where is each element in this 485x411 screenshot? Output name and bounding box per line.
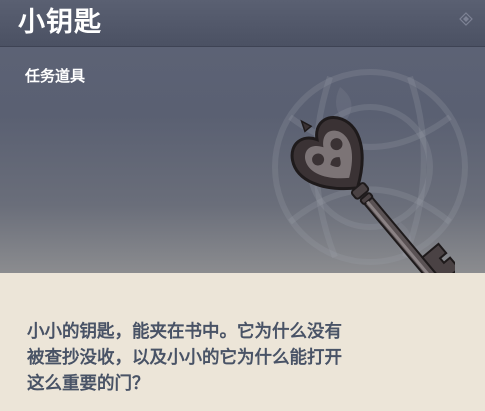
item-type-label: 任务道具	[25, 67, 86, 85]
item-description: 小小的钥匙，能夹在书中。它为什么没有 被查抄没收，以及小小的它为什么能打开 这么…	[27, 322, 342, 394]
item-banner: 任务道具	[0, 47, 485, 273]
item-detail-card: 小钥匙 任务道具 小小的钥匙，能夹在书中。它为什么没有 被查抄没收，以及小小的它…	[0, 0, 485, 411]
key-icon	[290, 116, 455, 273]
corner-diamond-icon	[459, 12, 473, 26]
item-description-panel: 小小的钥匙，能夹在书中。它为什么没有 被查抄没收，以及小小的它为什么能打开 这么…	[0, 273, 485, 411]
item-name: 小钥匙	[18, 7, 102, 38]
item-header: 小钥匙	[0, 0, 485, 47]
